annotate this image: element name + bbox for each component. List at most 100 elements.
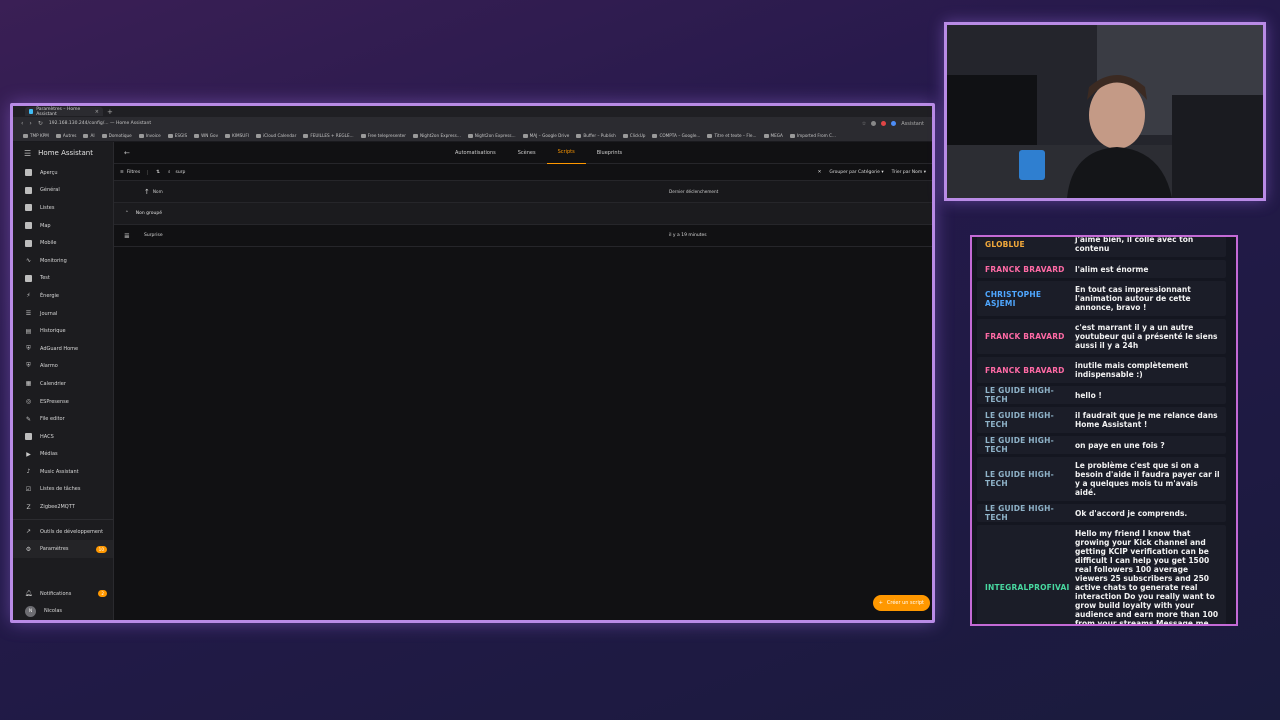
new-tab-icon[interactable]: + [107, 108, 113, 116]
filters-button[interactable]: ≡ Filtres [120, 169, 149, 175]
group-by-button[interactable]: Grouper par Catégorie ▾ [829, 170, 883, 175]
column-header-last-triggered[interactable]: Dernier déclenchement [669, 189, 718, 194]
sidebar-item-map[interactable]: Map [13, 217, 113, 235]
folder-icon [412, 133, 418, 138]
sidebar-item-test[interactable]: Test [13, 270, 113, 288]
bookmark-item[interactable]: MAJ – Google Drive [522, 133, 569, 138]
column-header-name[interactable]: ↑ Nom [144, 188, 163, 196]
filter-icon: ≡ [120, 169, 124, 175]
sidebar-item-historique[interactable]: ▤ Historique [13, 322, 113, 340]
sidebar-item-label: Notifications [40, 590, 72, 597]
menu-icon[interactable]: ☰ [24, 149, 31, 158]
bookmark-item[interactable]: MEGA [763, 133, 783, 138]
shield-icon: ⛨ [26, 344, 31, 352]
bookmark-item[interactable]: Night2on Express... [412, 133, 461, 138]
music-icon: ♪ [26, 468, 31, 476]
bookmark-item[interactable]: Imported From C... [789, 133, 836, 138]
tab-sc-nes[interactable]: Scènes [507, 142, 547, 164]
sidebar-item-hacs[interactable]: HACS [13, 428, 113, 446]
bookmark-item[interactable]: FEUILLES + REGLE... [303, 133, 354, 138]
sidebar-item-listes[interactable]: Listes [13, 199, 113, 217]
bookmark-label: Imported From C... [796, 133, 836, 138]
sidebar-item-music-assistant[interactable]: ♪ Music Assistant [13, 463, 113, 481]
grid-icon [25, 169, 32, 177]
reload-icon[interactable]: ↻ [38, 120, 43, 127]
sidebar-item-listes-de-t-ches[interactable]: ☑ Listes de tâches [13, 481, 113, 499]
bookmark-item[interactable]: Free telepresenter [360, 133, 406, 138]
bookmark-label: Buffer – Publish [583, 133, 616, 138]
tab-blueprints[interactable]: Blueprints [586, 142, 633, 164]
forward-arrow-icon[interactable]: › [29, 120, 31, 127]
bookmark-item[interactable]: Autres [55, 133, 76, 138]
folder-icon [467, 133, 473, 138]
bookmark-item[interactable]: TMP KPM [23, 133, 49, 138]
sidebar-item-adguard-home[interactable]: ⛨ AdGuard Home [13, 340, 113, 358]
sidebar-header: ☰ Home Assistant [13, 142, 113, 164]
bookmark-item[interactable]: Domotique [101, 133, 132, 138]
search-input[interactable]: surp [175, 170, 812, 175]
sidebar-item--nergie[interactable]: ⚡ Énergie [13, 287, 113, 305]
bookmark-item[interactable]: iCloud Calendar [256, 133, 296, 138]
sidebar-item-aper-u[interactable]: Aperçu [13, 164, 113, 182]
table-header: ↑ Nom Dernier déclenchement [114, 181, 932, 203]
chat-username: LE GUIDE HIGH-TECH [985, 386, 1054, 404]
bookmark-item[interactable]: Night2on Express... [467, 133, 516, 138]
sort-list-icon[interactable]: ⇅ [156, 170, 160, 175]
sidebar-item-label: File editor [40, 416, 65, 423]
browser-tab[interactable]: Paramètres – Home Assistant × [25, 107, 103, 117]
sidebar-item-calendrier[interactable]: ▦ Calendrier [13, 375, 113, 393]
sidebar-item-dev-tools[interactable]: ↗ Outils de développement [13, 523, 113, 541]
folder-icon [652, 133, 658, 138]
sidebar-item-file-editor[interactable]: ✎ File editor [13, 410, 113, 428]
sidebar-item-settings[interactable]: ⚙ Paramètres 10 [13, 540, 113, 559]
tab-bar: Automatisations Scènes Scripts Blueprints [444, 142, 633, 164]
sidebar-item-monitoring[interactable]: ∿ Monitoring [13, 252, 113, 270]
bookmark-item[interactable]: Titre et texte – Fle... [707, 133, 757, 138]
star-icon[interactable]: ☆ [862, 121, 866, 127]
sidebar-item-journal[interactable]: ☰ Journal [13, 305, 113, 323]
profile-label[interactable]: Assistant [901, 121, 924, 127]
chat-username: CHRISTOPHE ASJEMI [985, 289, 1042, 308]
grid-icon [25, 433, 32, 441]
clear-search-icon[interactable]: ✕ [818, 170, 822, 175]
sort-by-button[interactable]: Trier par Nom ▾ [892, 170, 926, 175]
bookmark-item[interactable]: AI [83, 133, 95, 138]
close-icon[interactable]: × [95, 109, 99, 115]
folder-icon [23, 133, 28, 138]
bookmark-item[interactable]: WN Gov [194, 133, 218, 138]
folder-icon [194, 133, 200, 138]
folder-icon [707, 133, 713, 138]
sidebar-item-notifications[interactable]: 🔔︎ Notifications 2 [13, 585, 113, 603]
sidebar-item-label: Calendrier [40, 380, 66, 387]
bookmark-item[interactable]: Invoice [138, 133, 161, 138]
search-field[interactable]: ⌕ surp ✕ [168, 169, 822, 176]
sidebar-item-espresense[interactable]: ◎ ESPresense [13, 393, 113, 411]
sidebar-item-m-dias[interactable]: ▶ Médias [13, 446, 113, 464]
create-script-button[interactable]: + Créer un script [872, 595, 930, 611]
group-header[interactable]: ⌃ Non groupé [114, 203, 932, 225]
sidebar-item-g-n-ral[interactable]: Général [13, 182, 113, 200]
folder-icon [256, 133, 262, 138]
url-input[interactable]: 192.168.130.244/config/... — Home Assist… [49, 121, 856, 126]
bookmark-item[interactable]: KIMSUFI [225, 133, 249, 138]
back-arrow-icon[interactable]: ‹ [21, 120, 23, 127]
gear-icon: ⚙ [25, 545, 32, 553]
tab-automatisations[interactable]: Automatisations [444, 142, 507, 164]
sidebar: ☰ Home Assistant Aperçu Général Listes Map M… [13, 142, 114, 620]
extension-icon[interactable] [891, 121, 897, 126]
extension-icon[interactable] [881, 121, 887, 126]
bookmark-label: Night2on Express... [474, 133, 516, 138]
folder-icon [576, 133, 582, 138]
bookmark-item[interactable]: COMPTA – Google... [652, 133, 700, 138]
table-row[interactable]: ≣ Surprise il y a 19 minutes [114, 225, 932, 247]
extension-icon[interactable] [871, 121, 877, 126]
back-arrow-icon[interactable]: ← [124, 149, 130, 157]
bookmark-item[interactable]: Buffer – Publish [576, 133, 616, 138]
sidebar-item-mobile[interactable]: Mobile [13, 234, 113, 252]
sidebar-item-zigbee2mqtt[interactable]: Z Zigbee2MQTT [13, 498, 113, 516]
tab-scripts[interactable]: Scripts [546, 142, 586, 164]
sidebar-item-alarmo[interactable]: ⛨ Alarmo [13, 358, 113, 376]
sidebar-item-user[interactable]: N Nicolas [13, 602, 113, 620]
bookmark-item[interactable]: ESGIS [167, 133, 187, 138]
bookmark-item[interactable]: ClickUp [622, 133, 645, 138]
